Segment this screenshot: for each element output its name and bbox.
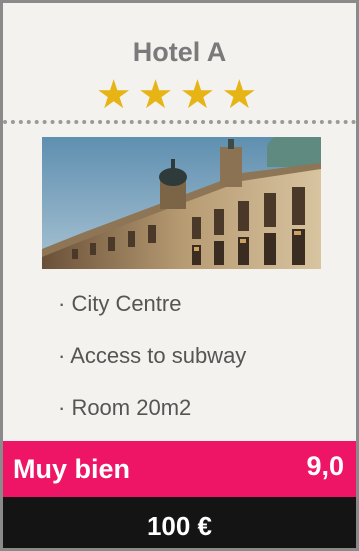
dotted-divider	[3, 120, 356, 124]
hotel-card[interactable]: Hotel A ★★★★ · City Centre · Access to s…	[0, 0, 359, 551]
hotel-name: Hotel A	[132, 37, 227, 67]
rating-score: 9,0	[306, 451, 344, 481]
price-value: 100 €	[146, 511, 213, 541]
hotel-building-illustration	[42, 137, 321, 269]
rating-bar: Muy bien 9,0	[3, 441, 356, 497]
feature-item: · City Centre	[58, 291, 182, 316]
star-rating: ★★★★	[95, 73, 264, 117]
feature-list: · City Centre · Access to subway · Room …	[58, 291, 246, 447]
feature-item: · Room 20m2	[58, 395, 192, 420]
price-bar[interactable]: 100 €	[3, 497, 356, 548]
feature-item: · Access to subway	[58, 343, 247, 368]
rating-label: Muy bien	[13, 454, 131, 484]
hotel-photo-image[interactable]	[42, 137, 321, 269]
